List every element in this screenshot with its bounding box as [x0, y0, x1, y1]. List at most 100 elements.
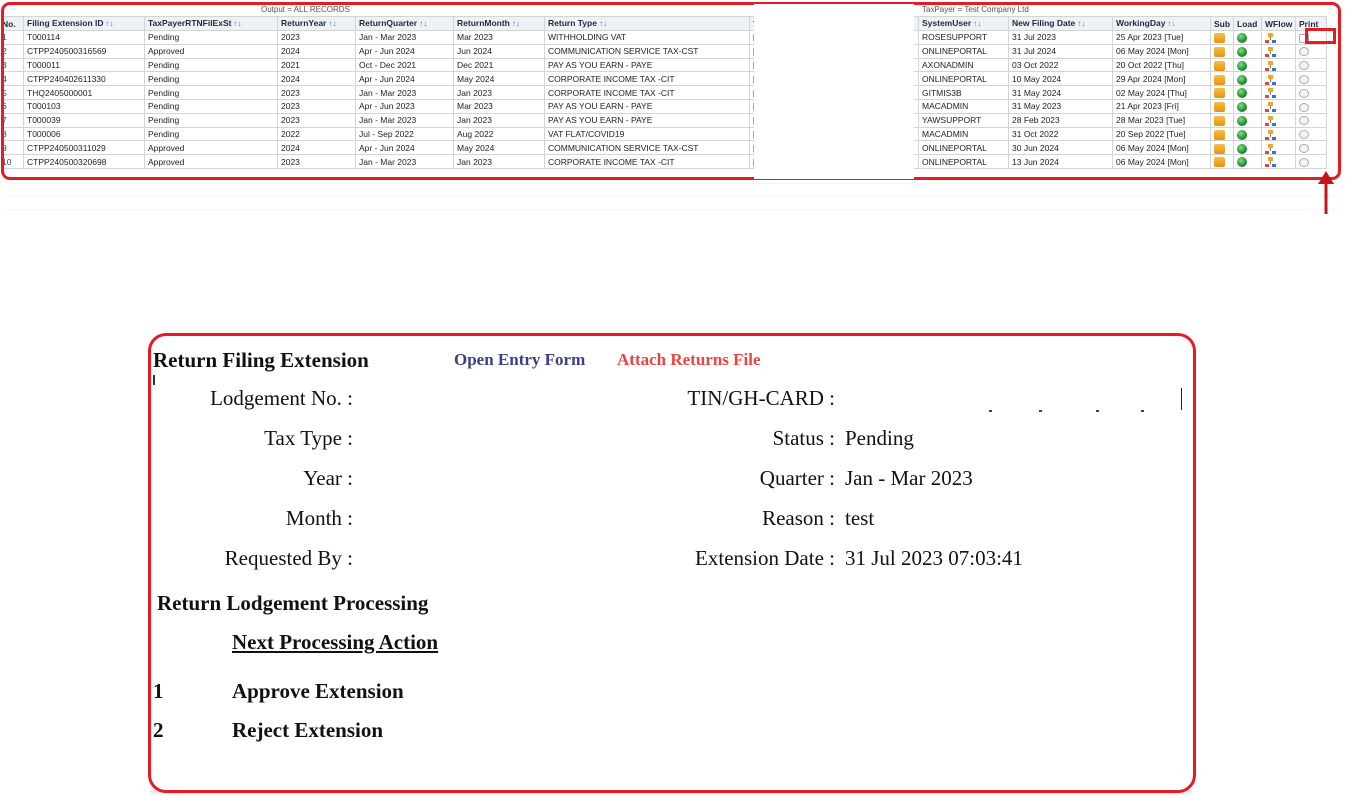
- sub-icon[interactable]: [1214, 74, 1225, 85]
- load-icon[interactable]: [1237, 33, 1247, 44]
- load-icon[interactable]: [1237, 157, 1247, 168]
- print-icon[interactable]: [1299, 130, 1309, 140]
- column-header[interactable]: WorkingDay ↑↓: [1112, 16, 1211, 31]
- sort-arrows-icon[interactable]: ↑↓: [419, 19, 427, 28]
- load-icon[interactable]: [1237, 102, 1247, 113]
- month-label: Month :: [285, 506, 353, 530]
- table-row[interactable]: 6 T000103 Pending 2023 Apr - Jun 2023 Mar 202…: [4, 98, 1327, 114]
- print-icon[interactable]: [1299, 102, 1309, 112]
- workflow-icon[interactable]: [1265, 102, 1276, 113]
- table-row[interactable]: 1 T000114 Pending 2023 Jan - Mar 2023 Mar 202…: [4, 30, 1327, 45]
- tax-type-label: Tax Type :: [264, 426, 353, 450]
- sort-arrows-icon[interactable]: ↑↓: [973, 19, 981, 28]
- table-cell: T000006: [23, 126, 145, 142]
- table-row[interactable]: 9 CTPP240500311029 Approved 2024 Apr - Jun 2…: [4, 140, 1327, 156]
- table-reflection: [5, 183, 1338, 221]
- column-header: No.: [4, 16, 24, 31]
- table-cell: 20 Sep 2022 [Tue]: [1112, 126, 1211, 142]
- sub-icon[interactable]: [1214, 33, 1225, 44]
- column-header[interactable]: ReturnQuarter ↑↓: [355, 16, 454, 31]
- sub-icon[interactable]: [1214, 46, 1225, 57]
- table-row[interactable]: 8 T000006 Pending 2022 Jul - Sep 2022 Aug 202…: [4, 126, 1327, 142]
- print-icon[interactable]: [1299, 88, 1309, 98]
- table-cell: Jun 2024: [453, 43, 545, 59]
- records-table: No. Filing Extension ID ↑↓ TaxPayerRTNFilEx…: [4, 16, 1327, 169]
- workflow-icon[interactable]: [1265, 46, 1276, 57]
- sort-arrows-icon[interactable]: ↑↓: [1167, 19, 1175, 28]
- table-cell: 2023: [277, 112, 356, 128]
- sort-arrows-icon[interactable]: ↑↓: [599, 19, 607, 28]
- column-header[interactable]: TaxPayerRTNFilExSt ↑↓: [144, 16, 278, 31]
- column-header[interactable]: SystemUser ↑↓: [918, 16, 1009, 31]
- load-icon[interactable]: [1237, 74, 1247, 85]
- table-row[interactable]: 5 THQ2405000001 Pending 2023 Jan - Mar 2023 J…: [4, 85, 1327, 100]
- load-icon[interactable]: [1237, 129, 1247, 140]
- table-cell: T000114: [23, 30, 145, 45]
- table-cell: 31 May 2023: [1008, 98, 1113, 114]
- icon-cell: [1261, 112, 1296, 128]
- icon-cell: [1233, 98, 1262, 114]
- icon-cell: [1210, 154, 1234, 169]
- column-header[interactable]: ReturnMonth ↑↓: [453, 16, 545, 31]
- records-grid-frame: Output = ALL RECORDS TaxPayer = Test Com…: [1, 2, 1341, 180]
- print-icon[interactable]: [1299, 75, 1309, 85]
- sub-icon[interactable]: [1214, 143, 1225, 154]
- table-cell: 02 May 2024 [Thu]: [1112, 85, 1211, 100]
- table-row[interactable]: 3 T000011 Pending 2021 Oct - Dec 2021 Dec 202…: [4, 57, 1327, 73]
- print-icon[interactable]: [1299, 116, 1309, 126]
- print-icon[interactable]: [1299, 61, 1309, 71]
- workflow-icon[interactable]: [1265, 143, 1276, 154]
- table-cell: 03 Oct 2022: [1008, 57, 1113, 73]
- table-row[interactable]: 2 CTPP240500316569 Approved 2024 Apr - Jun 2…: [4, 43, 1327, 59]
- table-row[interactable]: 4 CTPP240402611330 Pending 2024 Apr - Jun 20…: [4, 71, 1327, 87]
- table-cell: 9: [4, 140, 24, 156]
- load-icon[interactable]: [1237, 60, 1247, 71]
- table-cell: MACADMIN: [918, 98, 1009, 114]
- sub-icon[interactable]: [1214, 102, 1225, 113]
- table-cell: 13 Jun 2024: [1008, 154, 1113, 169]
- load-icon[interactable]: [1237, 143, 1247, 154]
- icon-cell: [1210, 30, 1234, 45]
- column-header[interactable]: Return Type ↑↓: [544, 16, 750, 31]
- sort-arrows-icon[interactable]: ↑↓: [233, 19, 241, 28]
- table-cell: 2022: [277, 126, 356, 142]
- column-header[interactable]: Filing Extension ID ↑↓: [23, 16, 145, 31]
- print-icon[interactable]: [1299, 47, 1309, 57]
- print-icon[interactable]: [1299, 157, 1309, 167]
- load-icon[interactable]: [1237, 88, 1247, 99]
- attach-returns-file-link[interactable]: Attach Returns File: [617, 350, 761, 370]
- icon-cell: [1261, 154, 1296, 169]
- load-icon[interactable]: [1237, 115, 1247, 126]
- icon-cell: [1233, 112, 1262, 128]
- sub-icon[interactable]: [1214, 60, 1225, 71]
- sub-icon[interactable]: [1214, 115, 1225, 126]
- table-row[interactable]: 10 CTPP240500320698 Approved 2023 Jan - Mar …: [4, 154, 1327, 169]
- workflow-icon[interactable]: [1265, 60, 1276, 71]
- workflow-icon[interactable]: [1265, 33, 1276, 44]
- workflow-icon[interactable]: [1265, 129, 1276, 140]
- reject-extension-action[interactable]: Reject Extension: [232, 718, 383, 743]
- sort-arrows-icon[interactable]: ↑↓: [328, 19, 336, 28]
- workflow-icon[interactable]: [1265, 88, 1276, 99]
- tin-ghcard-label: TIN/GH-CARD :: [687, 386, 835, 410]
- sub-icon[interactable]: [1214, 129, 1225, 140]
- workflow-icon[interactable]: [1265, 157, 1276, 168]
- table-cell: Dec 2021: [453, 57, 545, 73]
- table-row[interactable]: 7 T000039 Pending 2023 Jan - Mar 2023 Jan 202…: [4, 112, 1327, 128]
- sort-arrows-icon[interactable]: ↑↓: [106, 19, 114, 28]
- icon-cell: [1295, 98, 1327, 114]
- sort-arrows-icon[interactable]: ↑↓: [1077, 19, 1085, 28]
- workflow-icon[interactable]: [1265, 74, 1276, 85]
- column-header[interactable]: ReturnYear ↑↓: [277, 16, 356, 31]
- open-entry-form-link[interactable]: Open Entry Form: [454, 350, 585, 370]
- output-label: Output = ALL RECORDS: [261, 5, 350, 14]
- workflow-icon[interactable]: [1265, 115, 1276, 126]
- sub-icon[interactable]: [1214, 88, 1225, 99]
- approve-extension-action[interactable]: Approve Extension: [232, 679, 404, 704]
- load-icon[interactable]: [1237, 46, 1247, 57]
- print-icon[interactable]: [1299, 144, 1309, 154]
- sub-icon[interactable]: [1214, 157, 1225, 168]
- sort-arrows-icon[interactable]: ↑↓: [512, 19, 520, 28]
- table-cell: ONLINEPORTAL: [918, 140, 1009, 156]
- column-header[interactable]: New Filing Date ↑↓: [1008, 16, 1113, 31]
